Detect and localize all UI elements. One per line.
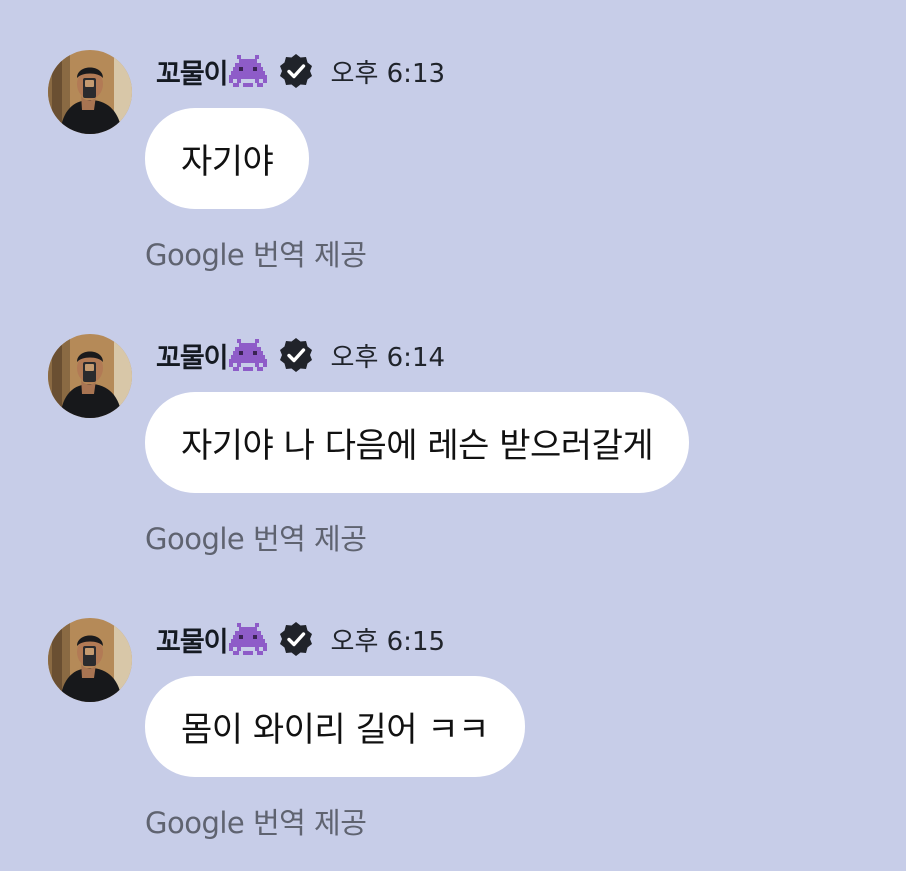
alien-monster-icon [228,339,267,371]
verified-badge-icon [277,620,315,658]
chat-message: 꼬물이 [0,284,906,556]
message-bubble[interactable]: 몸이 와이리 길어 ㅋㅋ [145,676,525,777]
message-header: 꼬물이 [156,620,446,659]
message-time: 오후 6:15 [330,626,446,657]
verified-badge-icon [277,52,315,90]
avatar[interactable] [48,334,132,418]
avatar[interactable] [48,618,132,702]
message-time: 오후 6:13 [330,58,446,89]
translation-credit[interactable]: Google 번역 제공 [145,232,367,274]
sender-name[interactable]: 꼬물이 [156,620,229,659]
message-bubble[interactable]: 자기야 [145,108,310,209]
verified-badge-icon [277,336,315,374]
sender-name[interactable]: 꼬물이 [156,52,229,91]
chat-message: 꼬물이 [0,0,906,272]
message-bubble[interactable]: 자기야 나 다음에 레슨 받으러갈게 [145,392,690,493]
message-time: 오후 6:14 [330,342,446,373]
message-header: 꼬물이 [156,52,446,91]
sender-name[interactable]: 꼬물이 [156,336,229,375]
translation-credit[interactable]: Google 번역 제공 [145,800,367,842]
avatar[interactable] [48,50,132,134]
alien-monster-icon [228,55,267,87]
chat-message: 꼬물이 [0,568,906,840]
alien-monster-icon [228,623,267,655]
message-header: 꼬물이 [156,336,446,375]
translation-credit[interactable]: Google 번역 제공 [145,516,367,558]
